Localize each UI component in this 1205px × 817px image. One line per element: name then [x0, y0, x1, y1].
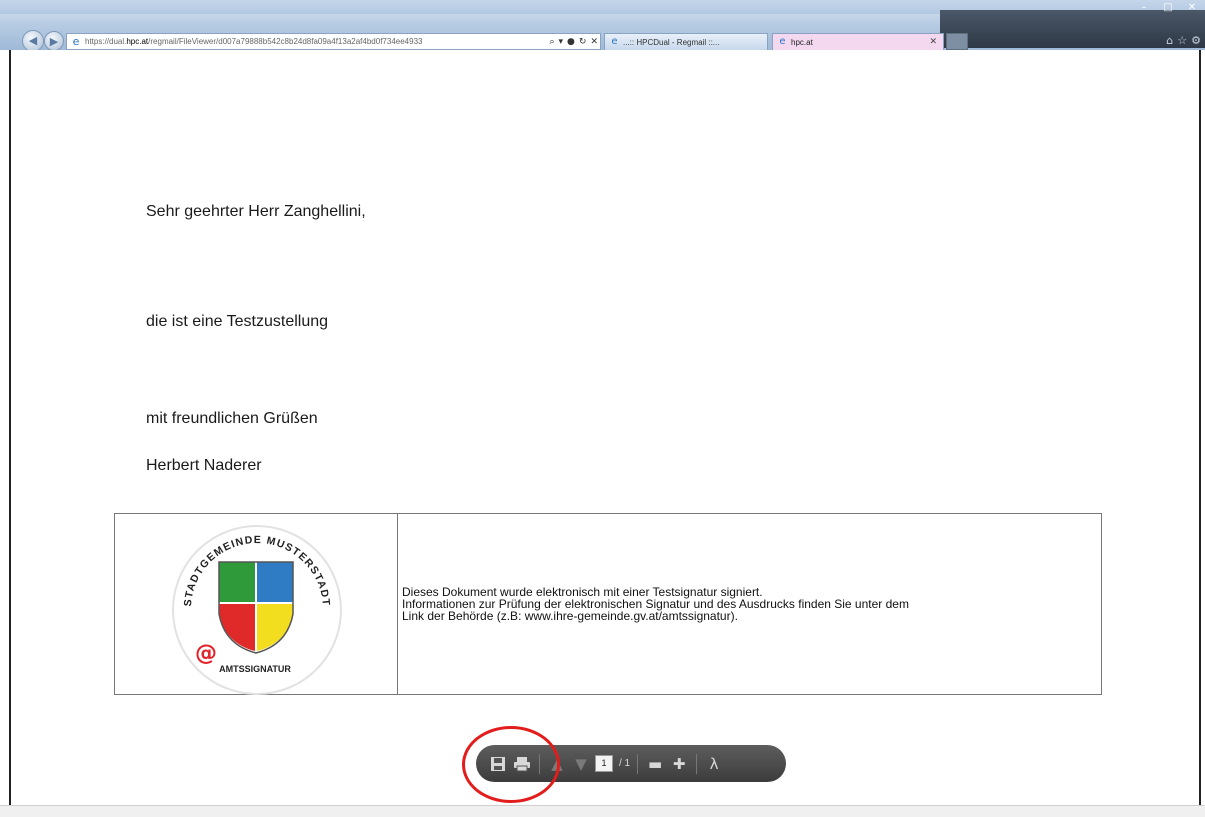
zoom-out-icon[interactable]: ▬ — [645, 753, 665, 775]
letter-greeting: Sehr geehrter Herr Zanghellini, — [146, 203, 366, 220]
ie-page-icon: e — [72, 34, 80, 48]
new-tab-button[interactable] — [946, 33, 968, 50]
seal-cell: STADTGEMEINDE MUSTERSTADT @ AMTSSIGNATUR — [115, 514, 398, 695]
arrow-down-icon[interactable]: ▼ — [571, 753, 591, 775]
tab-label: hpc.at — [791, 38, 813, 47]
back-button[interactable]: ◀ — [22, 30, 44, 52]
lock-icon[interactable]: ● — [565, 37, 577, 47]
amtssignatur-seal-icon: STADTGEMEINDE MUSTERSTADT @ AMTSSIGNATUR — [172, 525, 342, 695]
url-host: hpc.at — [126, 37, 149, 46]
zoom-in-icon[interactable]: ✚ — [669, 753, 689, 775]
close-tab-icon[interactable]: ✕ — [929, 34, 937, 50]
status-strip — [0, 805, 1205, 817]
highlight-annotation-circle — [462, 726, 560, 803]
page-total: / 1 — [619, 758, 631, 769]
toolbar-separator — [696, 753, 698, 774]
dropdown-icon[interactable]: ▾ — [557, 37, 566, 47]
page-number-input[interactable]: 1 — [595, 755, 613, 772]
search-icon[interactable]: ⌕ — [547, 37, 556, 47]
close-window-button[interactable]: ✕ — [1181, 2, 1203, 14]
toolbar-right-icons: ⌂ ☆ ⚙ — [1166, 34, 1201, 47]
ie-tab-icon: e — [611, 36, 618, 47]
home-icon[interactable]: ⌂ — [1166, 34, 1173, 47]
seal-label: AMTSSIGNATUR — [219, 664, 291, 674]
stop-icon[interactable]: ✕ — [588, 37, 600, 47]
forward-button[interactable]: ▶ — [44, 31, 64, 51]
adobe-icon[interactable]: λ — [704, 753, 724, 775]
signature-notice: Dieses Dokument wurde elektronisch mit e… — [402, 586, 909, 622]
window-controls: – □ ✕ — [1133, 2, 1203, 14]
signature-block: STADTGEMEINDE MUSTERSTADT @ AMTSSIGNATUR… — [114, 513, 1102, 695]
signature-notice-cell: Dieses Dokument wurde elektronisch mit e… — [398, 514, 1101, 694]
letter-signature-name: Herbert Naderer — [146, 457, 262, 474]
ie-tab-icon: e — [779, 36, 786, 47]
toolbar-separator — [637, 753, 639, 774]
signature-notice-line: Link der Behörde (z.B: www.ihre-gemeinde… — [402, 609, 738, 623]
address-bar[interactable]: e https://dual.hpc.at/regmail/FileViewer… — [66, 33, 601, 50]
tab-hpc-at[interactable]: e hpc.at ✕ — [772, 33, 944, 50]
settings-gear-icon[interactable]: ⚙ — [1191, 34, 1201, 47]
letter-closing: mit freundlichen Grüßen — [146, 410, 318, 427]
letter-body: die ist eine Testzustellung — [146, 313, 329, 330]
refresh-icon[interactable]: ↻ — [577, 37, 589, 47]
minimize-button[interactable]: – — [1133, 2, 1155, 14]
browser-chrome: – □ ✕ ◀ ▶ e https://dual.hpc.at/regmail/… — [0, 0, 1205, 52]
url-text[interactable]: https://dual.hpc.at/regmail/FileViewer/d… — [85, 37, 547, 46]
tab-hpcdual-regmail[interactable]: e ...:: HPCDual - Regmail ::... — [604, 33, 768, 50]
title-bar-dark-region — [940, 10, 1205, 48]
tab-label: ...:: HPCDual - Regmail ::... — [623, 38, 720, 47]
favorites-icon[interactable]: ☆ — [1177, 34, 1187, 47]
url-prefix: https://dual. — [85, 37, 127, 46]
seal-at-symbol: @ — [195, 641, 217, 666]
maximize-button[interactable]: □ — [1157, 2, 1179, 14]
url-path: /regmail/FileViewer/d007a79888b542c8b24d… — [148, 37, 423, 46]
